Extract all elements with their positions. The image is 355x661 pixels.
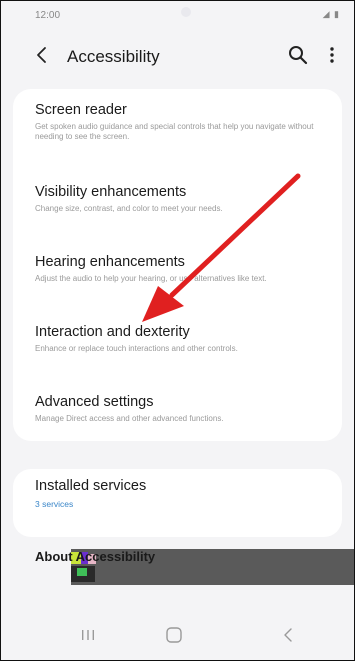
app-bar: Accessibility xyxy=(1,31,354,81)
menu-item-interaction-and-dexterity[interactable]: Interaction and dexterity Enhance or rep… xyxy=(35,323,324,354)
status-bar: 12:00 ◢ ▮ xyxy=(1,1,354,27)
menu-item-title: Advanced settings xyxy=(35,394,154,410)
menu-item-description: Get spoken audio guidance and special co… xyxy=(35,122,314,141)
accessibility-menu-card: Screen reader Get spoken audio guidance … xyxy=(13,89,342,441)
home-icon[interactable] xyxy=(165,626,183,644)
installed-services-count: 3 services xyxy=(35,499,74,509)
menu-item-visibility-enhancements[interactable]: Visibility enhancements Change size, con… xyxy=(35,183,324,214)
menu-item-title: Visibility enhancements xyxy=(35,184,187,200)
menu-item-description: Enhance or replace touch interactions an… xyxy=(35,344,238,353)
glitch-block xyxy=(77,568,87,576)
camera-cutout xyxy=(181,7,191,17)
page-title: Accessibility xyxy=(67,47,160,66)
chevron-left-icon[interactable] xyxy=(31,44,53,66)
menu-item-description: Manage Direct access and other advanced … xyxy=(35,414,224,423)
menu-item-title: Hearing enhancements xyxy=(35,254,185,270)
phone-screen: 12:00 ◢ ▮ Accessibility Screen reader Ge… xyxy=(0,0,355,661)
menu-item-description: Adjust the audio to help your hearing, o… xyxy=(35,274,267,283)
status-icons: ◢ ▮ xyxy=(322,9,340,19)
about-accessibility-item[interactable]: About Accessibility xyxy=(35,549,155,565)
menu-item-hearing-enhancements[interactable]: Hearing enhancements Adjust the audio to… xyxy=(35,253,324,284)
installed-services-item: Installed services 3 services xyxy=(35,477,324,509)
installed-services-card[interactable]: Installed services 3 services xyxy=(13,469,342,537)
menu-item-title: Interaction and dexterity xyxy=(35,324,190,340)
menu-item-screen-reader[interactable]: Screen reader Get spoken audio guidance … xyxy=(35,101,324,142)
navigation-bar xyxy=(1,612,354,660)
status-time: 12:00 xyxy=(35,10,61,21)
menu-item-advanced-settings[interactable]: Advanced settings Manage Direct access a… xyxy=(35,393,324,424)
installed-services-title: Installed services xyxy=(35,478,147,494)
search-icon[interactable] xyxy=(287,44,309,66)
back-icon[interactable] xyxy=(281,626,295,644)
recents-icon[interactable] xyxy=(81,629,95,641)
menu-item-description: Change size, contrast, and color to meet… xyxy=(35,204,223,213)
more-vert-icon[interactable] xyxy=(325,44,339,66)
menu-item-title: Screen reader xyxy=(35,102,127,118)
